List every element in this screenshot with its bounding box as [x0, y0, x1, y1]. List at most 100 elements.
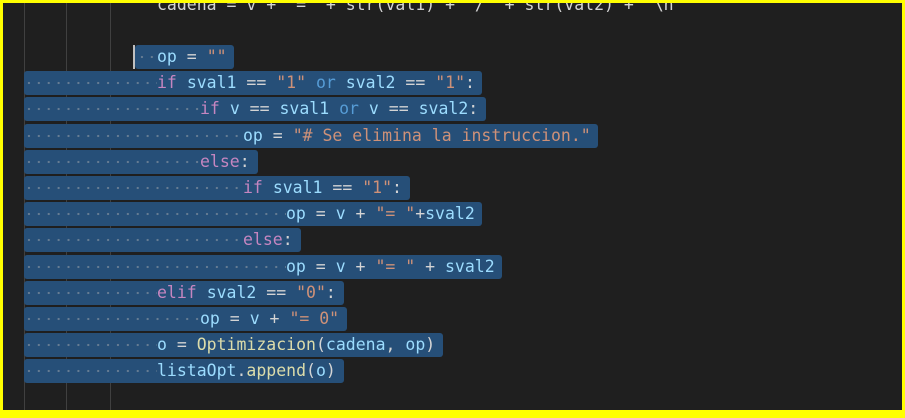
- code-token: "0": [296, 282, 326, 302]
- whitespace-markers: [24, 307, 200, 331]
- code-token: sval1: [272, 178, 323, 197]
- code-token: ): [325, 361, 336, 381]
- partial-code-line: cadena = v + "=" + str(val1) + "/" + str…: [157, 3, 684, 14]
- code-token: "": [206, 47, 227, 66]
- code-token: +: [415, 204, 426, 224]
- code-token: cadena: [325, 335, 386, 355]
- code-token: o: [157, 335, 167, 355]
- whitespace-markers: [24, 149, 200, 174]
- code-token: sval1: [186, 73, 237, 93]
- code-token: v: [335, 256, 346, 276]
- code-token: +: [259, 309, 290, 328]
- code-token: ==: [378, 99, 419, 119]
- code-token: ,: [385, 335, 406, 355]
- code-token: sval2: [445, 256, 495, 276]
- code-token: op: [200, 309, 220, 328]
- code-token: o: [315, 361, 326, 381]
- code-token: "# Se elimina la instruccion.": [292, 125, 591, 145]
- code-line[interactable]: op = v + "= "+sval2: [286, 202, 475, 226]
- code-token: :: [239, 151, 250, 171]
- code-line[interactable]: else:: [200, 150, 250, 174]
- code-line[interactable]: op = "": [157, 45, 227, 69]
- code-token: +: [345, 256, 376, 276]
- code-line[interactable]: op = v + "= 0": [200, 307, 339, 331]
- code-token: :: [465, 73, 475, 93]
- code-token: =: [305, 256, 336, 276]
- code-token: ==: [239, 99, 280, 119]
- code-token: sval1: [279, 99, 330, 119]
- code-token: or: [339, 99, 359, 119]
- code-token: op: [243, 125, 263, 145]
- whitespace-markers: [24, 254, 286, 279]
- whitespace-markers: [24, 333, 157, 358]
- code-token: "1": [276, 73, 307, 93]
- code-line[interactable]: if sval1 == "1" or sval2 == "1":: [157, 71, 475, 95]
- code-token: "= ": [375, 204, 416, 224]
- code-token: "= ": [375, 256, 416, 276]
- code-token: "1": [362, 178, 393, 197]
- code-line[interactable]: op = "# Se elimina la instruccion.": [243, 124, 591, 148]
- code-token: ): [425, 335, 436, 355]
- code-token: v: [249, 309, 260, 328]
- whitespace-markers: [24, 202, 286, 227]
- code-token: else: [243, 230, 283, 250]
- code-line[interactable]: listaOpt.append(o): [157, 359, 336, 383]
- code-token: sval2: [206, 282, 257, 302]
- code-line[interactable]: if sval1 == "1":: [243, 176, 402, 200]
- code-token: "= 0": [289, 309, 340, 328]
- code-token: sval2: [425, 204, 475, 224]
- code-token: Optimizacion: [196, 335, 316, 355]
- code-token: .: [236, 361, 247, 381]
- whitespace-markers: [24, 123, 243, 148]
- code-token: listaOpt: [157, 361, 237, 381]
- text-cursor: [133, 45, 135, 69]
- code-token: =: [176, 47, 207, 66]
- whitespace-markers: [24, 359, 157, 384]
- whitespace-markers: [24, 176, 243, 200]
- code-line[interactable]: if v == sval1 or v == sval2:: [200, 97, 478, 121]
- whitespace-markers: [137, 45, 157, 69]
- code-token: ==: [322, 178, 363, 197]
- code-line[interactable]: op = v + "= " + sval2: [286, 255, 495, 279]
- code-token: :: [392, 178, 402, 197]
- code-token: ==: [236, 73, 277, 93]
- code-token: :: [325, 282, 336, 302]
- code-token: =: [166, 335, 197, 355]
- code-token: if: [243, 178, 263, 197]
- code-token: if: [200, 99, 220, 119]
- code-line[interactable]: elif sval2 == "0":: [157, 281, 336, 305]
- code-token: +: [415, 256, 445, 276]
- code-token: =: [262, 125, 293, 145]
- code-token: ==: [256, 282, 297, 302]
- code-token: op: [286, 204, 306, 224]
- code-line[interactable]: o = Optimizacion(cadena, op): [157, 333, 435, 357]
- code-token: else: [200, 151, 240, 171]
- whitespace-markers: [24, 97, 200, 122]
- code-token: op: [286, 256, 306, 276]
- code-token: op: [405, 335, 426, 355]
- code-editor[interactable]: cadena = v + "=" + str(val1) + "/" + str…: [3, 3, 902, 410]
- code-token: v: [335, 204, 346, 224]
- code-token: append: [246, 361, 307, 381]
- code-line[interactable]: else:: [243, 228, 293, 252]
- code-token: (: [315, 335, 326, 355]
- code-token: v: [368, 99, 379, 119]
- code-token: :: [468, 99, 479, 119]
- whitespace-markers: [24, 228, 243, 253]
- code-token: ==: [395, 73, 436, 93]
- code-token: +: [345, 204, 376, 224]
- code-token: elif: [157, 282, 197, 302]
- code-token: "1": [435, 73, 466, 93]
- code-token: (: [306, 361, 316, 381]
- code-token: sval2: [418, 99, 469, 119]
- whitespace-markers: [24, 71, 157, 96]
- code-token: sval2: [345, 73, 396, 93]
